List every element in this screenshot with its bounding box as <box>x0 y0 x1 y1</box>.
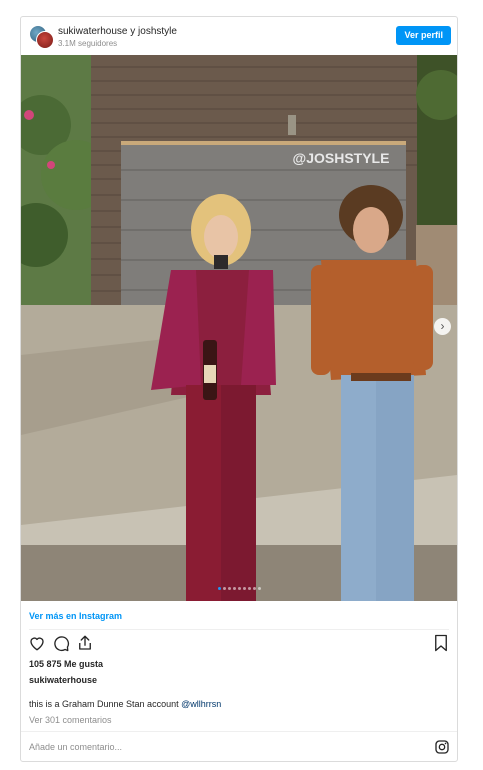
carousel-dot <box>237 587 241 590</box>
comment-icon[interactable] <box>52 634 70 657</box>
view-profile-button[interactable]: Ver perfil <box>396 26 451 45</box>
view-more-on-instagram-link[interactable]: Ver más en Instagram <box>29 611 122 621</box>
like-count[interactable]: 105 875 Me gusta <box>29 659 103 669</box>
post-header: sukiwaterhouse y joshstyle 3.1M seguidor… <box>21 17 457 55</box>
carousel-dots <box>21 587 457 590</box>
watermark: @JOSHSTYLE <box>293 150 390 166</box>
caption-text: this is a Graham Dunne Stan account <box>29 699 182 709</box>
photo-illustration: @JOSHSTYLE <box>21 55 457 601</box>
next-image-arrow[interactable]: › <box>434 318 451 335</box>
instagram-icon[interactable] <box>434 739 450 760</box>
heart-icon[interactable] <box>28 634 46 657</box>
avatar-joshstyle <box>36 31 54 49</box>
instagram-embed-card: sukiwaterhouse y joshstyle 3.1M seguidor… <box>20 16 458 762</box>
carousel-dot <box>257 587 261 590</box>
divider <box>29 629 449 630</box>
post-actions <box>21 634 457 658</box>
post-image[interactable]: @JOSHSTYLE › <box>21 55 457 601</box>
carousel-dot <box>242 587 246 590</box>
avatar[interactable] <box>29 25 54 49</box>
carousel-dot <box>252 587 256 590</box>
view-comments-link[interactable]: Ver 301 comentarios <box>29 715 112 725</box>
follower-count: 3.1M seguidores <box>58 39 118 48</box>
carousel-dot <box>222 587 226 590</box>
carousel-dot <box>247 587 251 590</box>
add-comment-input[interactable]: Añade un comentario... <box>29 742 122 752</box>
carousel-dot <box>232 587 236 590</box>
share-icon[interactable] <box>76 634 94 657</box>
poster-username[interactable]: sukiwaterhouse <box>29 675 97 685</box>
caption-mention[interactable]: @wllhrrsn <box>181 699 221 709</box>
bookmark-icon[interactable] <box>433 634 449 657</box>
carousel-dot <box>227 587 231 590</box>
carousel-dot <box>217 587 221 590</box>
divider <box>21 731 457 732</box>
post-caption: this is a Graham Dunne Stan account @wll… <box>29 699 221 709</box>
usernames[interactable]: sukiwaterhouse y joshstyle <box>58 26 177 37</box>
